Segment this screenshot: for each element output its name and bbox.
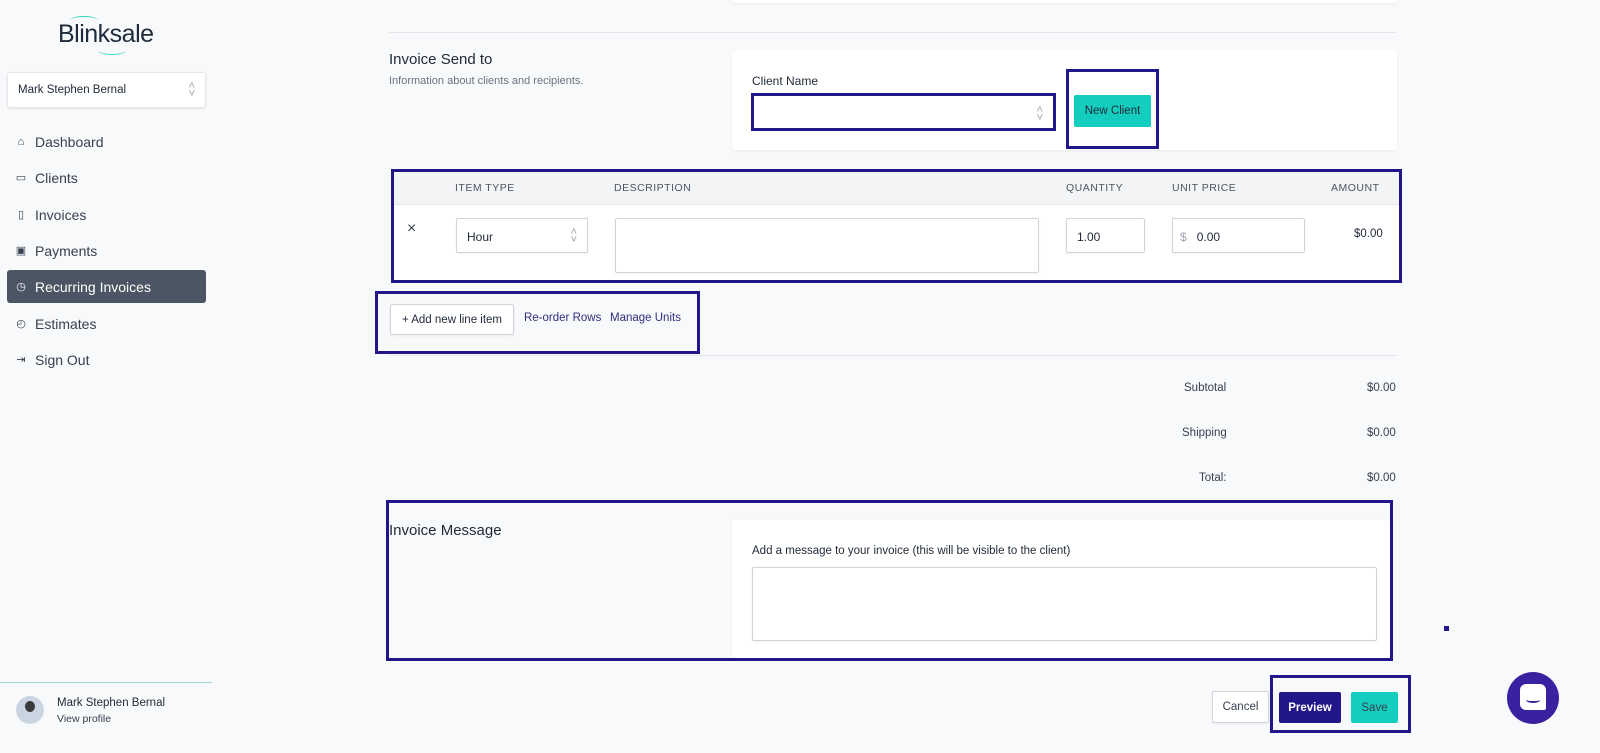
send-to-title: Invoice Send to bbox=[389, 51, 493, 68]
remove-row-icon[interactable]: × bbox=[407, 220, 416, 238]
sidebar-item-label: Clients bbox=[35, 169, 78, 186]
add-line-item-button[interactable]: + Add new line item bbox=[390, 304, 514, 335]
logo: Blinksale bbox=[58, 16, 154, 55]
unit-price-value: 0.00 bbox=[1196, 230, 1221, 244]
chat-widget-button[interactable] bbox=[1507, 672, 1559, 724]
subtotal-label: Subtotal bbox=[1184, 382, 1227, 394]
manage-units-link[interactable]: Manage Units bbox=[610, 312, 681, 324]
view-profile-link[interactable]: View profile bbox=[57, 713, 111, 725]
total-value: $0.00 bbox=[1367, 472, 1396, 484]
account-select[interactable]: Mark Stephen Bernal ˄ ˅ bbox=[7, 72, 206, 108]
shipping-value: $0.00 bbox=[1367, 427, 1396, 439]
message-title: Invoice Message bbox=[389, 522, 502, 539]
briefcase-icon: ▭ bbox=[15, 172, 27, 184]
sidebar-item-label: Dashboard bbox=[35, 133, 104, 150]
profile-name: Mark Stephen Bernal bbox=[57, 697, 166, 709]
home-icon: ⌂ bbox=[17, 135, 25, 148]
chevron-updown-icon: ˄ ˅ bbox=[1036, 104, 1043, 124]
sidebar-item-label: Estimates bbox=[35, 315, 97, 332]
header-amount: AMOUNT bbox=[1331, 182, 1380, 194]
item-type-value: Hour bbox=[467, 230, 494, 244]
item-type-select[interactable]: Hour ˄ ˅ bbox=[456, 218, 588, 253]
row-amount: $0.00 bbox=[1354, 228, 1383, 240]
divider bbox=[389, 32, 1397, 33]
description-textarea[interactable] bbox=[615, 218, 1039, 273]
subtotal-value: $0.00 bbox=[1367, 382, 1396, 394]
total-label: Total: bbox=[1199, 472, 1227, 484]
divider bbox=[389, 355, 1397, 356]
header-description: DESCRIPTION bbox=[614, 182, 692, 194]
header-quantity: QUANTITY bbox=[1066, 182, 1124, 194]
client-name-label: Client Name bbox=[752, 74, 819, 88]
sidebar-item-estimates[interactable]: ◴ Estimates bbox=[7, 307, 206, 340]
header-item-type: ITEM TYPE bbox=[455, 182, 515, 194]
new-client-button[interactable]: New Client bbox=[1074, 95, 1151, 127]
sidebar-item-label: Recurring Invoices bbox=[35, 278, 151, 295]
sidebar-item-dashboard[interactable]: ⌂ Dashboard bbox=[7, 125, 206, 158]
cash-icon: ▣ bbox=[15, 245, 27, 257]
table-header bbox=[393, 171, 1399, 205]
sidebar-item-label: Sign Out bbox=[35, 351, 90, 368]
sidebar-item-clients[interactable]: ▭ Clients bbox=[7, 161, 206, 194]
sidebar-item-label: Invoices bbox=[35, 206, 87, 223]
chevron-updown-icon: ˄ ˅ bbox=[570, 226, 577, 246]
sidebar-item-payments[interactable]: ▣ Payments bbox=[7, 234, 206, 267]
calendar-clock-icon: ◴ bbox=[16, 318, 26, 330]
document-icon: ▯ bbox=[17, 209, 25, 221]
divider bbox=[0, 682, 212, 683]
avatar[interactable] bbox=[16, 696, 44, 724]
sign-out-icon: ⇥ bbox=[16, 354, 26, 366]
save-button[interactable]: Save bbox=[1351, 692, 1398, 723]
unit-price-input[interactable]: $0.00 bbox=[1172, 218, 1305, 253]
sidebar: Blinksale Mark Stephen Bernal ˄ ˅ ⌂ Dashboa… bbox=[0, 0, 212, 753]
send-to-subtitle: Information about clients and recipients… bbox=[389, 75, 584, 87]
quantity-input[interactable]: 1.00 bbox=[1066, 218, 1145, 253]
message-textarea[interactable] bbox=[752, 567, 1377, 641]
marker bbox=[1444, 626, 1449, 631]
previous-card bbox=[732, 0, 1397, 3]
sidebar-item-label: Payments bbox=[35, 242, 98, 259]
header-unit-price: UNIT PRICE bbox=[1172, 182, 1237, 194]
client-name-select[interactable]: ˄ ˅ bbox=[752, 94, 1054, 130]
account-name: Mark Stephen Bernal bbox=[18, 84, 127, 96]
message-label: Add a message to your invoice (this will… bbox=[752, 545, 1071, 557]
sidebar-item-invoices[interactable]: ▯ Invoices bbox=[7, 198, 206, 231]
currency-symbol: $ bbox=[1180, 230, 1187, 244]
shipping-label: Shipping bbox=[1182, 427, 1227, 439]
chevron-updown-icon: ˄ ˅ bbox=[188, 80, 195, 100]
reorder-rows-link[interactable]: Re-order Rows bbox=[524, 312, 601, 324]
preview-button[interactable]: Preview bbox=[1279, 692, 1341, 723]
chat-icon bbox=[1520, 684, 1546, 710]
sidebar-item-recurring-invoices[interactable]: ◷ Recurring Invoices bbox=[7, 270, 206, 303]
sidebar-item-sign-out[interactable]: ⇥ Sign Out bbox=[7, 343, 206, 376]
cancel-button[interactable]: Cancel bbox=[1212, 691, 1269, 723]
clock-icon: ◷ bbox=[16, 281, 26, 293]
